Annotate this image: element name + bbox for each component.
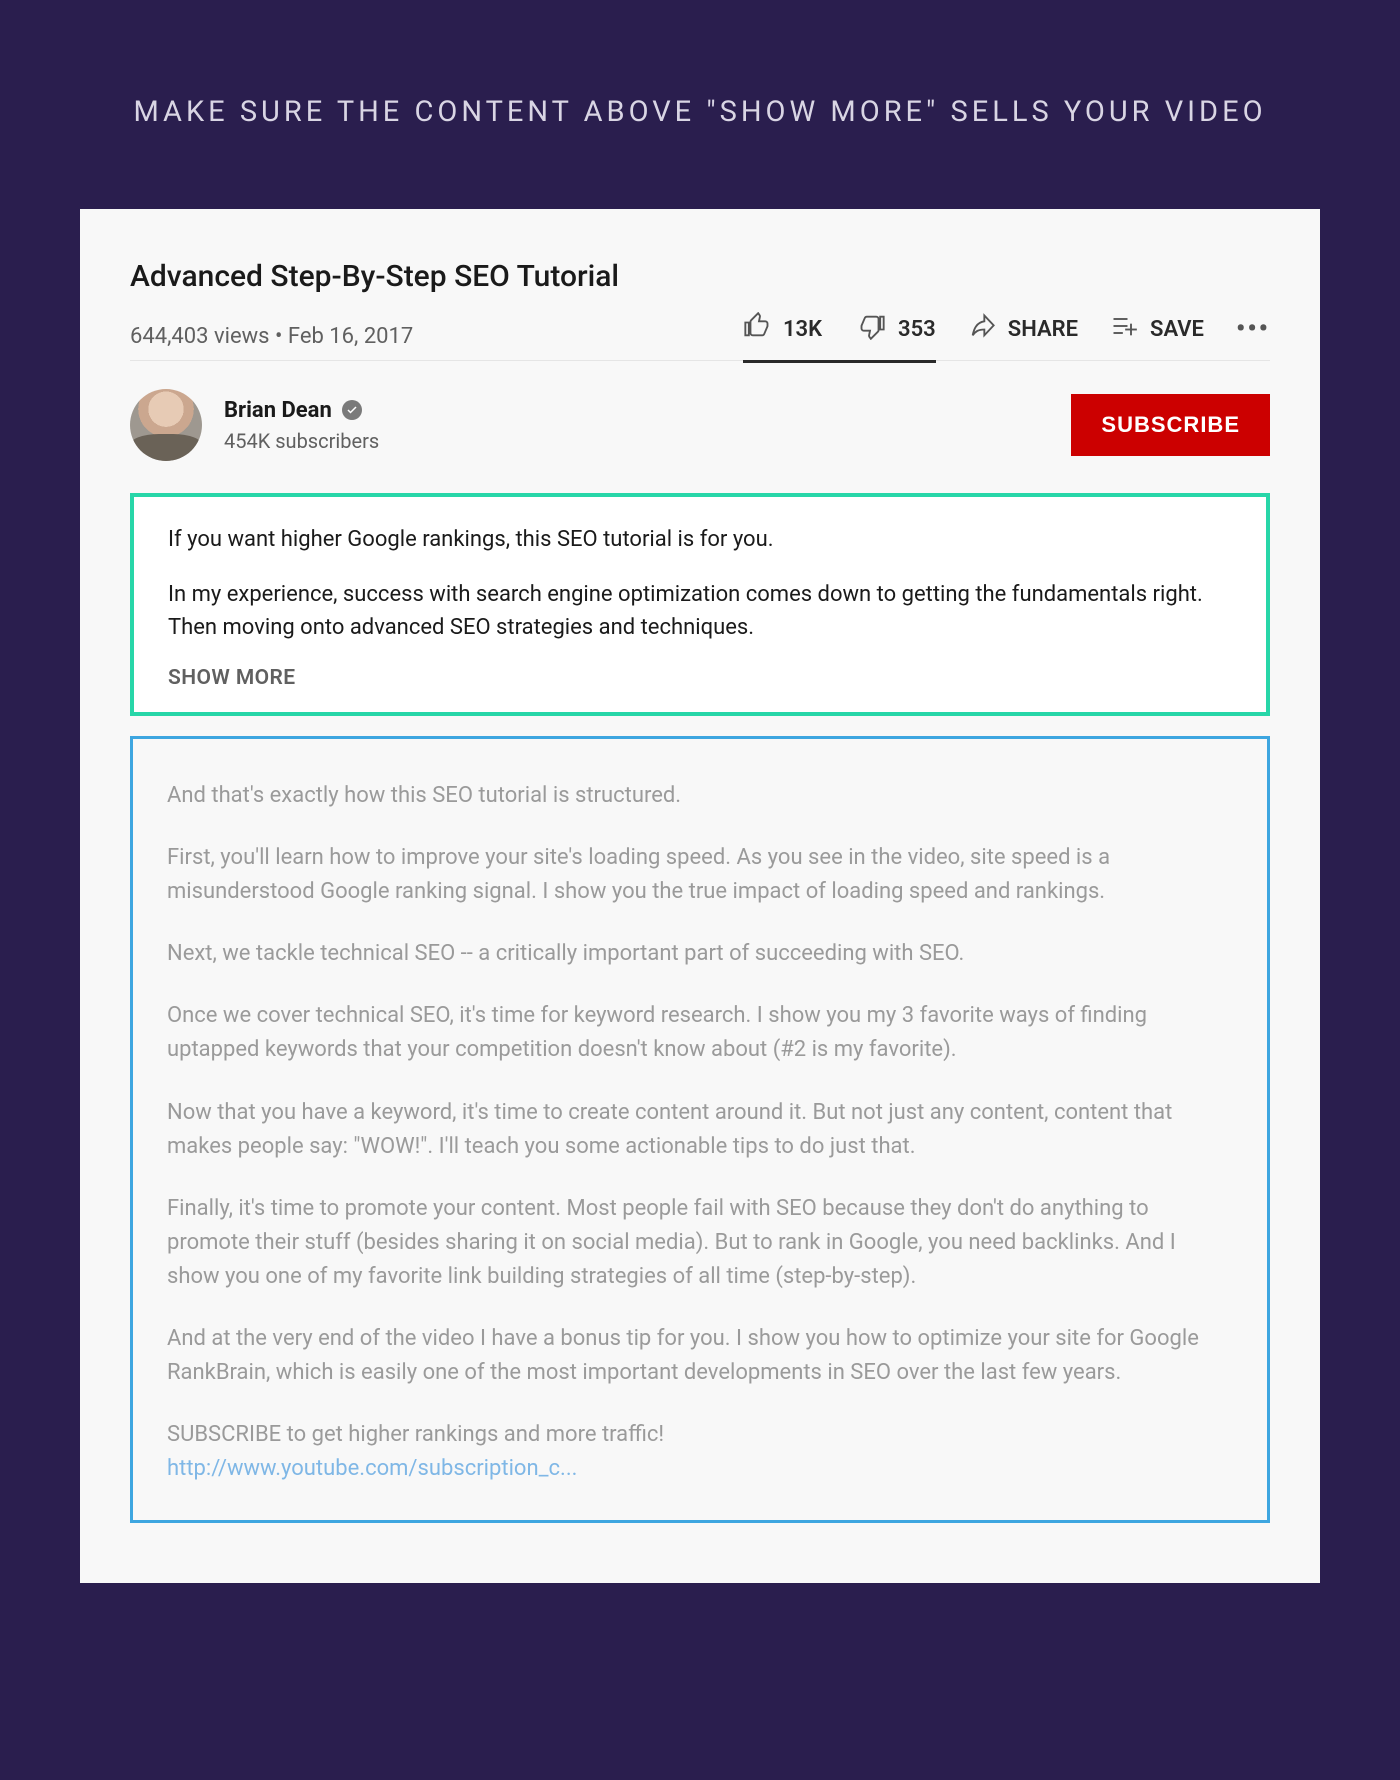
publish-date: Feb 16, 2017 <box>288 324 413 349</box>
channel-name[interactable]: Brian Dean <box>224 398 332 423</box>
like-button[interactable]: 13K <box>743 312 822 346</box>
description-line: And that's exactly how this SEO tutorial… <box>167 779 1233 813</box>
like-count: 13K <box>783 317 822 342</box>
video-title: Advanced Step-By-Step SEO Tutorial <box>130 259 1270 294</box>
avatar[interactable] <box>130 389 202 461</box>
view-count: 644,403 views <box>130 324 270 349</box>
like-dislike-group: 13K 353 <box>743 312 936 363</box>
action-bar: 13K 353 SHARE <box>743 312 1270 360</box>
video-meta: 644,403 views • Feb 16, 2017 <box>130 324 413 349</box>
description-line: Once we cover technical SEO, it's time f… <box>167 999 1233 1067</box>
subscribe-button[interactable]: SUBSCRIBE <box>1071 394 1270 456</box>
dislike-button[interactable]: 353 <box>858 312 936 346</box>
channel-info: Brian Dean 454K subscribers <box>130 389 379 461</box>
subscribe-link[interactable]: http://www.youtube.com/subscription_c... <box>167 1456 577 1481</box>
separator-dot: • <box>275 324 288 349</box>
video-header: Advanced Step-By-Step SEO Tutorial 644,4… <box>130 259 1270 361</box>
description-above-showmore: If you want higher Google rankings, this… <box>130 493 1270 716</box>
save-label: SAVE <box>1150 317 1204 342</box>
share-label: SHARE <box>1008 317 1078 342</box>
description-line: And at the very end of the video I have … <box>167 1322 1233 1390</box>
thumbs-up-icon <box>743 312 771 346</box>
description-line: SUBSCRIBE to get higher rankings and mor… <box>167 1418 1233 1486</box>
description-line: First, you'll learn how to improve your … <box>167 841 1233 909</box>
channel-row: Brian Dean 454K subscribers SUBSCRIBE <box>130 361 1270 491</box>
thumbs-down-icon <box>858 312 886 346</box>
save-button[interactable]: SAVE <box>1110 312 1204 346</box>
subscribe-call: SUBSCRIBE to get higher rankings and mor… <box>167 1422 664 1447</box>
share-icon <box>968 312 996 346</box>
description-below-showmore: And that's exactly how this SEO tutorial… <box>130 736 1270 1523</box>
verified-icon <box>342 400 362 420</box>
meta-row: 644,403 views • Feb 16, 2017 13K <box>130 312 1270 360</box>
subscriber-count: 454K subscribers <box>224 429 379 453</box>
video-card: Advanced Step-By-Step SEO Tutorial 644,4… <box>80 209 1320 1583</box>
description-line: Next, we tackle technical SEO -- a criti… <box>167 937 1233 971</box>
page-headline: MAKE SURE THE CONTENT ABOVE "SHOW MORE" … <box>80 95 1320 129</box>
description-line: In my experience, success with search en… <box>168 578 1232 644</box>
description-line: Finally, it's time to promote your conte… <box>167 1192 1233 1294</box>
show-more-button[interactable]: SHOW MORE <box>168 666 1232 690</box>
more-horizontal-icon: ••• <box>1236 314 1270 344</box>
share-button[interactable]: SHARE <box>968 312 1078 346</box>
dislike-count: 353 <box>898 317 936 342</box>
more-actions-button[interactable]: ••• <box>1236 314 1270 344</box>
save-icon <box>1110 312 1138 346</box>
description-line: If you want higher Google rankings, this… <box>168 523 1232 556</box>
description-line: Now that you have a keyword, it's time t… <box>167 1096 1233 1164</box>
